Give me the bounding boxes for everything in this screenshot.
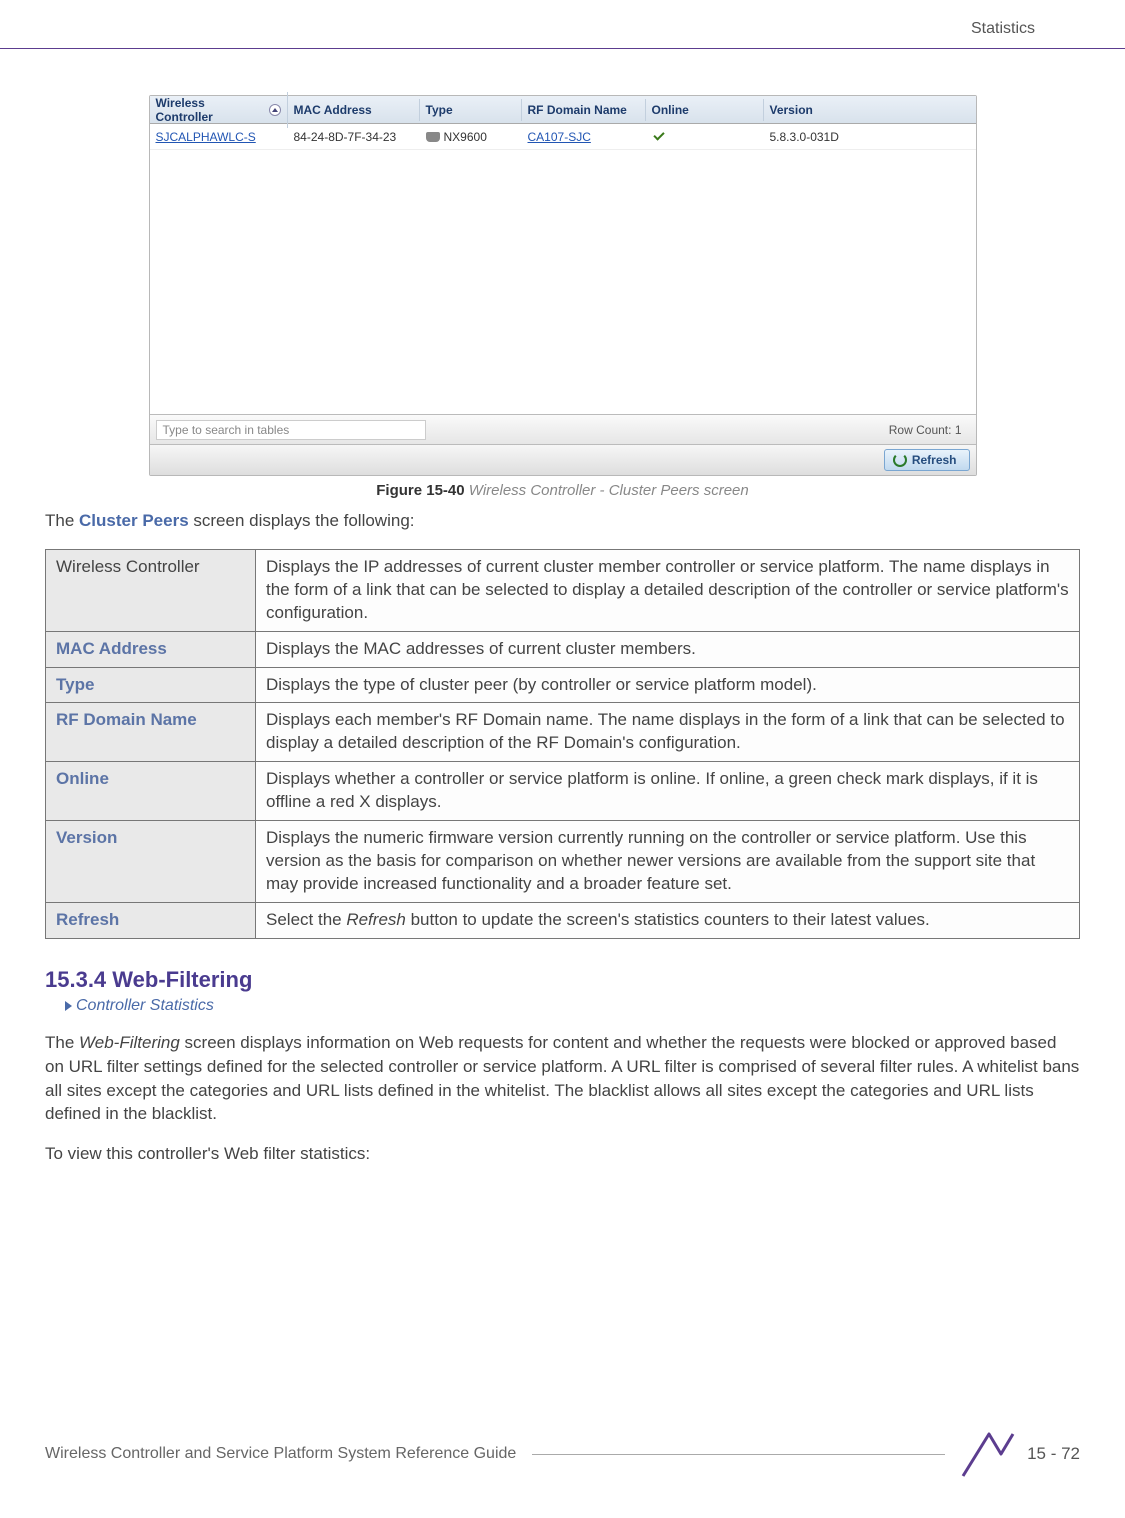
figure-title: Wireless Controller - Cluster Peers scre…	[469, 482, 749, 499]
table-footer: Type to search in tables Row Count: 1	[150, 414, 976, 444]
refresh-icon	[893, 453, 907, 467]
col-rf-domain[interactable]: RF Domain Name	[522, 99, 646, 121]
table-row: SJCALPHAWLC-S 84-24-8D-7F-34-23 NX9600 C…	[150, 124, 976, 150]
desc-label: Type	[46, 667, 256, 703]
desc-row: TypeDisplays the type of cluster peer (b…	[46, 667, 1080, 703]
desc-text: Select the Refresh button to update the …	[256, 903, 1080, 939]
desc-text: Displays the MAC addresses of current cl…	[256, 631, 1080, 667]
figure-cluster-peers: Wireless Controller MAC Address Type RF …	[149, 95, 977, 499]
arrow-right-icon	[65, 1001, 72, 1011]
intro-emph: Cluster Peers	[79, 511, 189, 530]
row-count: Row Count: 1	[889, 423, 962, 437]
desc-text: Displays the type of cluster peer (by co…	[256, 667, 1080, 703]
col-type[interactable]: Type	[420, 99, 522, 121]
check-icon	[652, 132, 666, 142]
breadcrumb[interactable]: Controller Statistics	[65, 997, 1080, 1015]
section-heading: 15.3.4 Web-Filtering	[45, 967, 1080, 993]
page-header-section: Statistics	[971, 20, 1035, 38]
desc-row: RefreshSelect the Refresh button to upda…	[46, 903, 1080, 939]
footer-rule	[532, 1454, 945, 1455]
desc-label: MAC Address	[46, 631, 256, 667]
search-input[interactable]: Type to search in tables	[156, 420, 426, 440]
desc-label: Refresh	[46, 903, 256, 939]
breadcrumb-text: Controller Statistics	[76, 997, 214, 1015]
sort-asc-icon	[269, 104, 281, 116]
refresh-bar: Refresh	[150, 444, 976, 475]
intro-text: The Cluster Peers screen displays the fo…	[45, 509, 1080, 533]
desc-row: VersionDisplays the numeric firmware ver…	[46, 821, 1080, 903]
col-wireless-controller[interactable]: Wireless Controller	[150, 92, 288, 128]
para-prefix: The	[45, 1033, 79, 1052]
logo-icon	[961, 1430, 1019, 1478]
col-version[interactable]: Version	[764, 99, 976, 121]
desc-row: RF Domain NameDisplays each member's RF …	[46, 703, 1080, 762]
figure-label: Figure 15-40	[376, 482, 464, 499]
desc-text: Displays the numeric firmware version cu…	[256, 821, 1080, 903]
desc-label: Online	[46, 762, 256, 821]
desc-text: Displays whether a controller or service…	[256, 762, 1080, 821]
desc-text: Displays each member's RF Domain name. T…	[256, 703, 1080, 762]
para-ital: Web-Filtering	[79, 1033, 180, 1052]
cell-online	[646, 128, 764, 146]
table-body: SJCALPHAWLC-S 84-24-8D-7F-34-23 NX9600 C…	[150, 124, 976, 414]
para-suffix: screen displays information on Web reque…	[45, 1033, 1079, 1123]
cell-rf-domain[interactable]: CA107-SJC	[522, 126, 646, 148]
intro-prefix: The	[45, 511, 79, 530]
header-rule	[0, 48, 1125, 49]
page-number: 15 - 72	[1027, 1444, 1080, 1464]
description-table: Wireless ControllerDisplays the IP addre…	[45, 549, 1080, 939]
refresh-label: Refresh	[912, 453, 957, 467]
col-label: Wireless Controller	[156, 96, 265, 124]
device-icon	[426, 132, 440, 142]
row-count-value: 1	[955, 423, 962, 437]
row-count-label: Row Count:	[889, 423, 952, 437]
page-footer: Wireless Controller and Service Platform…	[45, 1430, 1080, 1478]
col-online[interactable]: Online	[646, 99, 764, 121]
refresh-button[interactable]: Refresh	[884, 449, 970, 471]
desc-row: Wireless ControllerDisplays the IP addre…	[46, 549, 1080, 631]
desc-label: Version	[46, 821, 256, 903]
desc-text: Displays the IP addresses of current clu…	[256, 549, 1080, 631]
cell-type: NX9600	[420, 126, 522, 148]
cell-mac-address: 84-24-8D-7F-34-23	[288, 126, 420, 148]
footer-title: Wireless Controller and Service Platform…	[45, 1445, 516, 1463]
figure-caption: Figure 15-40 Wireless Controller - Clust…	[149, 482, 977, 499]
paragraph-instruction: To view this controller's Web filter sta…	[45, 1142, 1080, 1166]
desc-label: RF Domain Name	[46, 703, 256, 762]
desc-row: OnlineDisplays whether a controller or s…	[46, 762, 1080, 821]
cell-type-value: NX9600	[444, 130, 487, 144]
cell-version: 5.8.3.0-031D	[764, 126, 976, 148]
table-header-row: Wireless Controller MAC Address Type RF …	[150, 96, 976, 124]
paragraph-web-filtering: The Web-Filtering screen displays inform…	[45, 1031, 1080, 1126]
col-mac-address[interactable]: MAC Address	[288, 99, 420, 121]
intro-suffix: screen displays the following:	[189, 511, 415, 530]
desc-row: MAC AddressDisplays the MAC addresses of…	[46, 631, 1080, 667]
desc-label: Wireless Controller	[46, 549, 256, 631]
cluster-peers-table-panel: Wireless Controller MAC Address Type RF …	[149, 95, 977, 476]
cell-wireless-controller[interactable]: SJCALPHAWLC-S	[150, 126, 288, 148]
